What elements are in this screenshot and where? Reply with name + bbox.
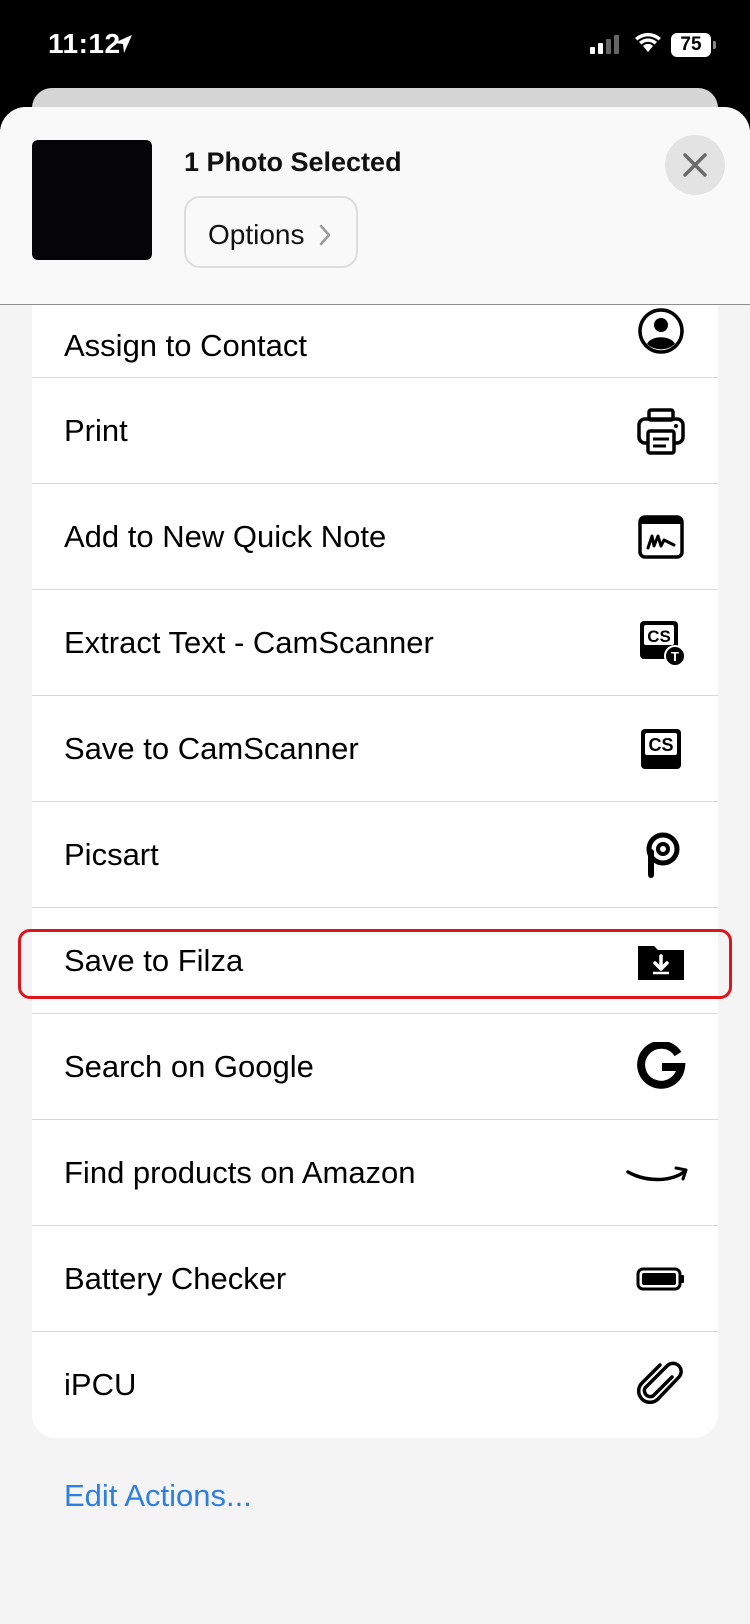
action-label: Search on Google	[64, 1048, 314, 1084]
wifi-icon	[635, 32, 661, 52]
action-label: Find products on Amazon	[64, 1154, 416, 1190]
amazon-icon	[626, 1166, 688, 1181]
action-label: Save to Filza	[64, 942, 244, 978]
google-icon	[637, 1041, 686, 1089]
svg-text:CS: CS	[648, 735, 673, 755]
contact-icon	[638, 308, 684, 354]
action-label: Print	[64, 412, 128, 448]
folder-download-icon	[638, 945, 684, 980]
action-save-to-filza[interactable]: Save to Filza	[32, 908, 718, 1014]
action-assign-to-contact[interactable]: Assign to Contact	[32, 305, 718, 378]
battery-level: 75	[671, 33, 711, 57]
action-ipcu[interactable]: iPCU	[32, 1332, 718, 1438]
action-save-to-camscanner[interactable]: Save to CamScanner CS	[32, 696, 718, 802]
action-search-on-google[interactable]: Search on Google	[32, 1014, 718, 1120]
action-label: Save to CamScanner	[64, 730, 359, 766]
action-picsart[interactable]: Picsart	[32, 802, 718, 908]
battery-nub	[713, 41, 716, 49]
selection-title: 1 Photo Selected	[184, 147, 402, 177]
options-label: Options	[208, 219, 305, 250]
picsart-icon	[646, 832, 680, 878]
options-button[interactable]: Options	[184, 196, 358, 268]
action-label: Assign to Contact	[64, 328, 307, 363]
printer-icon	[637, 407, 685, 455]
action-add-to-quick-note[interactable]: Add to New Quick Note	[32, 484, 718, 590]
chevron-right-icon	[319, 224, 331, 246]
cellular-signal-icon	[590, 35, 619, 54]
svg-text:T: T	[671, 649, 679, 664]
paperclip-icon	[636, 1361, 683, 1405]
action-label: Battery Checker	[64, 1260, 287, 1296]
share-header: 1 Photo Selected Options	[0, 107, 750, 305]
location-arrow-icon	[114, 35, 132, 53]
close-button[interactable]	[665, 135, 725, 195]
svg-text:CS: CS	[647, 627, 671, 646]
action-find-products-amazon[interactable]: Find products on Amazon	[32, 1120, 718, 1226]
status-bar: 11:12 75	[0, 0, 750, 90]
actions-list: Assign to Contact Print Add to New Quick…	[32, 305, 718, 1438]
battery-icon	[636, 1267, 684, 1290]
close-icon	[683, 153, 707, 177]
share-sheet: 1 Photo Selected Options Assign to Conta…	[0, 107, 750, 1624]
action-battery-checker[interactable]: Battery Checker	[32, 1226, 718, 1332]
action-label: Extract Text - CamScanner	[64, 624, 434, 660]
status-time: 11:12	[48, 28, 121, 59]
camscanner-text-icon: CS T	[640, 620, 686, 667]
action-label: Add to New Quick Note	[64, 518, 387, 554]
action-label: Picsart	[64, 836, 159, 872]
photo-thumbnail	[32, 140, 152, 260]
edit-actions-link[interactable]: Edit Actions...	[64, 1478, 252, 1514]
action-label: iPCU	[64, 1367, 137, 1402]
camscanner-icon: CS	[641, 728, 681, 769]
quick-note-icon	[638, 514, 684, 559]
action-print[interactable]: Print	[32, 378, 718, 484]
action-extract-text-camscanner[interactable]: Extract Text - CamScanner CS T	[32, 590, 718, 696]
